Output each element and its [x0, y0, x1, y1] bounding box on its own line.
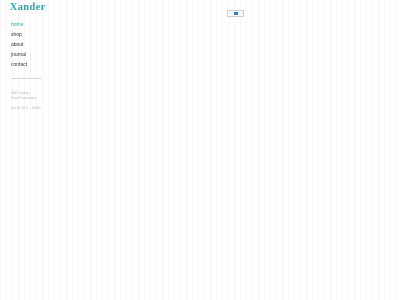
nav-item-journal[interactable]: journal — [11, 50, 27, 60]
nav-item-about[interactable]: about — [11, 40, 27, 50]
address-line-2: San Francisco — [11, 95, 37, 100]
nav-item-shop[interactable]: shop — [11, 30, 27, 40]
address-block: 360 Ostrip San Francisco — [11, 90, 37, 100]
sidebar-divider — [11, 78, 41, 79]
main-navigation: home shop about journal contact — [11, 20, 27, 70]
cart-icon — [233, 12, 238, 15]
cart-button[interactable] — [227, 10, 244, 17]
site-logo[interactable]: Xander — [10, 2, 46, 14]
phone-number: (415) 872 - 9085 — [11, 105, 41, 110]
nav-item-contact[interactable]: contact — [11, 60, 27, 70]
nav-item-home[interactable]: home — [11, 20, 27, 30]
